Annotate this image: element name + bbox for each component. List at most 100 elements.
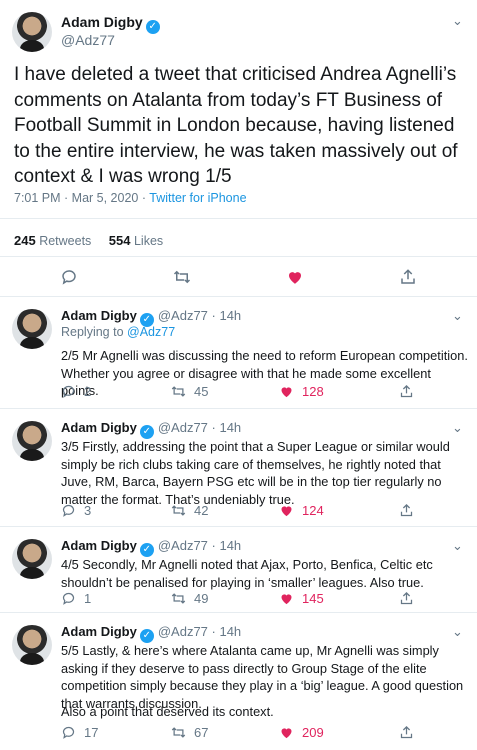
author-handle[interactable]: @Adz77	[61, 32, 115, 48]
retweet-button[interactable]: 45	[171, 384, 208, 399]
author-handle[interactable]: @Adz77	[158, 624, 208, 639]
divider	[0, 256, 477, 257]
likes-count: 554	[108, 233, 131, 248]
reply-actions: 17 67 209	[61, 725, 471, 743]
share-button[interactable]	[399, 725, 414, 740]
author-name-text[interactable]: Adam Digby	[61, 14, 143, 30]
verified-badge-icon: ✓	[145, 20, 160, 34]
reply-actions: 1 49 145	[61, 591, 471, 609]
retweet-count: 45	[194, 384, 209, 399]
reply-age[interactable]: · 14h	[212, 624, 242, 639]
chevron-down-icon[interactable]: ⌄	[452, 539, 463, 554]
author-name[interactable]: Adam Digby	[61, 538, 137, 553]
tweet-timestamp[interactable]: 7:01 PM · Mar 5, 2020 ·	[14, 191, 149, 205]
like-button[interactable]	[286, 268, 304, 286]
reply-age[interactable]: · 14h	[212, 538, 242, 553]
author-handle[interactable]: @Adz77	[158, 538, 208, 553]
reply-text: 4/5 Secondly, Mr Agnelli noted that Ajax…	[61, 557, 433, 590]
avatar[interactable]	[12, 539, 52, 579]
share-icon	[400, 725, 413, 739]
share-icon	[400, 591, 413, 605]
reply-button[interactable]: 2	[61, 384, 91, 399]
reply-tweet[interactable]: Adam Digby ✓ @Adz77 · 14h ⌄ 3/5 Firstly, a…	[0, 408, 477, 526]
heart-icon	[281, 506, 292, 517]
reply-count: 3	[84, 503, 92, 518]
author-name[interactable]: Adam Digby ✓	[61, 14, 160, 34]
retweet-icon	[171, 505, 186, 516]
retweet-button[interactable]	[173, 268, 191, 286]
reply-tweet[interactable]: Adam Digby ✓ @Adz77 · 14h ⌄ 4/5 Secondly, …	[0, 526, 477, 612]
avatar[interactable]	[12, 309, 52, 349]
verified-badge-icon: ✓	[139, 629, 154, 643]
reply-button[interactable]	[60, 268, 78, 286]
tweet-source[interactable]: Twitter for iPhone	[149, 191, 246, 205]
avatar[interactable]	[12, 421, 52, 461]
chevron-down-icon[interactable]: ⌄	[452, 309, 463, 324]
reply-actions: 3 42 124	[61, 503, 471, 521]
chevron-down-icon[interactable]: ⌄	[452, 625, 463, 640]
heart-icon	[281, 728, 292, 739]
author-name[interactable]: Adam Digby	[61, 308, 137, 323]
avatar[interactable]	[12, 12, 52, 52]
reply-button[interactable]: 3	[61, 503, 91, 518]
share-button[interactable]	[399, 591, 414, 606]
reply-age[interactable]: · 14h	[212, 308, 242, 323]
reply-age[interactable]: · 14h	[212, 420, 242, 435]
share-icon	[400, 384, 413, 398]
retweet-button[interactable]: 49	[171, 591, 208, 606]
retweets-stat[interactable]: 245 Retweets	[14, 233, 92, 248]
like-count: 128	[302, 384, 324, 399]
author-name[interactable]: Adam Digby	[61, 624, 137, 639]
reply-count: 1	[84, 591, 92, 606]
tweet-text: I have deleted a tweet that criticised A…	[14, 64, 458, 187]
likes-stat[interactable]: 554 Likes	[108, 233, 164, 248]
retweets-count: 245	[14, 233, 36, 248]
replying-to-handle[interactable]: @Adz77	[127, 325, 175, 339]
chevron-down-icon[interactable]: ⌄	[452, 14, 463, 29]
replying-to-prefix: Replying to	[61, 325, 128, 339]
like-count: 209	[302, 725, 324, 740]
reply-tweet[interactable]: Adam Digby ✓ @Adz77 · 14h ⌄ 5/5 Lastly, & …	[0, 612, 477, 750]
reply-count: 17	[84, 725, 99, 740]
reply-tweet[interactable]: Adam Digby ✓ @Adz77 · 14h ⌄ Replying to @A…	[0, 296, 477, 408]
verified-badge-icon: ✓	[139, 543, 154, 557]
like-button[interactable]: 128	[279, 384, 324, 399]
retweet-count: 49	[194, 591, 209, 606]
author-handle[interactable]: @Adz77	[158, 308, 208, 323]
author-name[interactable]: Adam Digby	[61, 420, 137, 435]
share-button[interactable]	[399, 268, 417, 286]
like-button[interactable]: 145	[279, 591, 324, 606]
tweet-stats: 245 Retweets 554 Likes	[14, 233, 163, 248]
retweet-button[interactable]: 67	[171, 725, 208, 740]
heart-icon	[281, 594, 292, 605]
share-button[interactable]	[399, 384, 414, 399]
reply-header: Adam Digby ✓ @Adz77 · 14h	[61, 624, 241, 643]
retweet-button[interactable]: 42	[171, 503, 208, 518]
retweet-icon	[171, 727, 186, 738]
heart-icon	[281, 387, 292, 398]
reply-button[interactable]: 1	[61, 591, 91, 606]
likes-label: Likes	[133, 234, 164, 248]
reply-button[interactable]: 17	[61, 725, 98, 740]
reply-text-continued: Also a point that deserved its context.	[61, 704, 274, 719]
avatar[interactable]	[12, 625, 52, 665]
verified-badge-icon: ✓	[139, 425, 154, 439]
share-button[interactable]	[399, 503, 414, 518]
reply-count: 2	[84, 384, 92, 399]
tweet-actions	[0, 268, 477, 292]
like-button[interactable]: 124	[279, 503, 324, 518]
retweet-icon	[171, 593, 186, 604]
retweets-label: Retweets	[39, 234, 92, 248]
reply-header: Adam Digby ✓ @Adz77 · 14h	[61, 420, 241, 439]
share-icon	[401, 269, 415, 284]
reply-text: 3/5 Firstly, addressing the point that a…	[61, 439, 450, 507]
reply-actions: 2 45 128	[61, 384, 471, 402]
reply-icon	[62, 726, 75, 739]
like-button[interactable]: 209	[279, 725, 324, 740]
like-count: 145	[302, 591, 324, 606]
heart-icon	[289, 272, 301, 284]
reply-icon	[62, 270, 76, 285]
retweet-icon	[173, 270, 191, 284]
chevron-down-icon[interactable]: ⌄	[452, 421, 463, 436]
author-handle[interactable]: @Adz77	[158, 420, 208, 435]
